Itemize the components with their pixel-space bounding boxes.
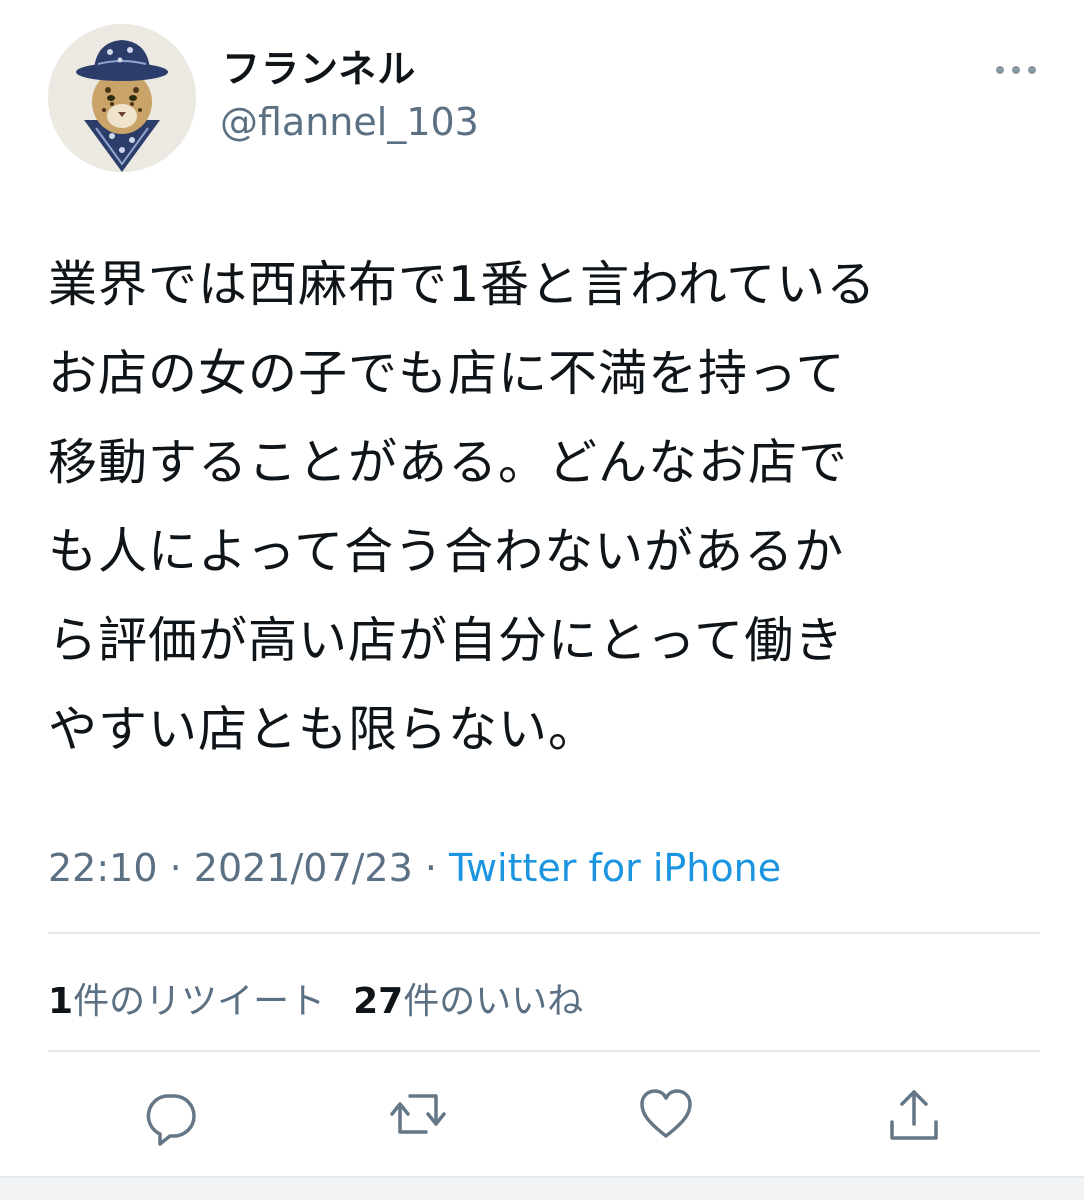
tweet-time[interactable]: 22:10 (48, 846, 158, 890)
tweet-line: やすい店とも限らない。 (48, 701, 599, 758)
retweet-count-label: 件のリツイート (73, 981, 326, 1022)
bottom-strip (0, 1176, 1084, 1200)
tweet-meta: 22:10 · 2021/07/23 · Twitter for iPhone (48, 846, 781, 890)
share-icon (890, 1090, 938, 1140)
retweet-count-link[interactable]: 1件のリツイート (48, 981, 325, 1022)
tweet-source-link[interactable]: Twitter for iPhone (449, 846, 781, 890)
reply-icon (146, 1094, 196, 1146)
avatar[interactable] (48, 24, 196, 172)
retweet-count: 1 (48, 981, 74, 1022)
retweet-button[interactable] (386, 1082, 450, 1146)
more-options-button[interactable] (992, 52, 1040, 88)
retweet-icon (390, 1094, 446, 1134)
tweet-text: 業界では西麻布で1番と言われている お店の女の子でも店に不満を持って 移動するこ… (48, 240, 1048, 774)
display-name[interactable]: フランネル (222, 38, 416, 93)
tweet-line: ら評価が高い店が自分にとって働き (48, 612, 845, 669)
heart-icon (640, 1089, 692, 1138)
tweet-line: も人によって合う合わないがあるか (48, 523, 845, 580)
divider (48, 932, 1040, 934)
tweet-stats: 1件のリツイート 27件のいいね (48, 972, 583, 1024)
like-count-label: 件のいいね (403, 981, 584, 1022)
divider (48, 1050, 1040, 1052)
like-count: 27 (353, 981, 404, 1022)
leopard-avatar-icon (48, 24, 196, 172)
like-button[interactable] (634, 1082, 698, 1146)
meta-separator: · (412, 846, 450, 890)
tweet-line: お店の女の子でも店に不満を持って (48, 345, 846, 402)
meta-separator: · (157, 846, 194, 890)
tweet-line: 移動することがある。どんなお店で (48, 434, 849, 491)
more-horizontal-icon (996, 66, 1036, 74)
tweet-line: 業界では西麻布で1番と言われている (48, 256, 877, 313)
tweet-date[interactable]: 2021/07/23 (194, 846, 413, 890)
user-handle[interactable]: @flannel_103 (220, 100, 479, 144)
share-button[interactable] (882, 1082, 946, 1146)
reply-button[interactable] (138, 1082, 202, 1146)
like-count-link[interactable]: 27件のいいね (353, 981, 583, 1022)
